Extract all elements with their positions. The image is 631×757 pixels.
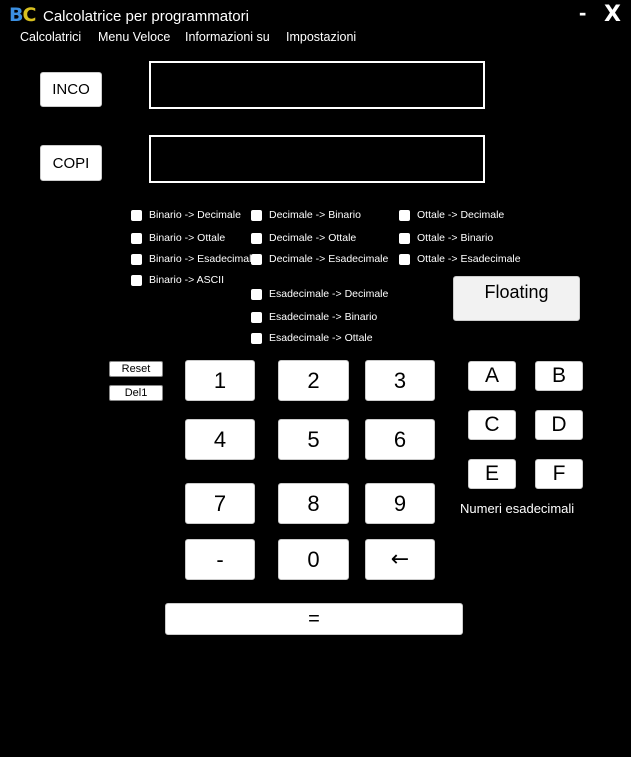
key-minus[interactable]: - xyxy=(185,539,255,580)
check-hex-bin[interactable]: Esadecimale -> Binario xyxy=(251,311,377,323)
checkbox-box[interactable] xyxy=(251,332,262,344)
hex-key-d[interactable]: D xyxy=(535,410,583,440)
key-0[interactable]: 0 xyxy=(278,539,349,580)
checkbox-box[interactable] xyxy=(251,311,262,323)
checkbox-box[interactable] xyxy=(399,232,410,244)
floating-button[interactable]: Floating xyxy=(453,276,580,321)
key-9[interactable]: 9 xyxy=(365,483,435,524)
reset-button[interactable]: Reset xyxy=(109,361,163,377)
checkbox-box[interactable] xyxy=(131,253,142,265)
menu-menu-veloce[interactable]: Menu Veloce xyxy=(98,30,170,44)
check-oct-bin[interactable]: Ottale -> Binario xyxy=(399,232,493,244)
hex-caption: Numeri esadecimali xyxy=(460,501,575,516)
close-button[interactable]: X xyxy=(604,2,621,27)
key-5[interactable]: 5 xyxy=(278,419,349,460)
paste-input[interactable] xyxy=(149,61,485,109)
key-3[interactable]: 3 xyxy=(365,360,435,401)
check-oct-dec[interactable]: Ottale -> Decimale xyxy=(399,209,504,221)
checkbox-box[interactable] xyxy=(131,274,142,286)
menu-informazioni[interactable]: Informazioni su xyxy=(185,30,270,44)
copy-input[interactable] xyxy=(149,135,485,183)
check-hex-oct[interactable]: Esadecimale -> Ottale xyxy=(251,332,373,344)
checkbox-box[interactable] xyxy=(131,209,142,221)
del1-button[interactable]: Del1 xyxy=(109,385,163,401)
key-8[interactable]: 8 xyxy=(278,483,349,524)
hex-key-f[interactable]: F xyxy=(535,459,583,489)
checkbox-box[interactable] xyxy=(399,209,410,221)
key-2[interactable]: 2 xyxy=(278,360,349,401)
backspace-key[interactable]: ← xyxy=(365,539,435,580)
check-dec-hex[interactable]: Decimale -> Esadecimale xyxy=(251,253,388,265)
app-logo: BC xyxy=(9,4,36,26)
check-dec-bin[interactable]: Decimale -> Binario xyxy=(251,209,361,221)
check-hex-dec[interactable]: Esadecimale -> Decimale xyxy=(251,288,388,300)
checkbox-box[interactable] xyxy=(251,232,262,244)
check-bin-dec[interactable]: Binario -> Decimale xyxy=(131,209,241,221)
key-1[interactable]: 1 xyxy=(185,360,255,401)
paste-button[interactable]: INCO xyxy=(40,72,102,107)
checkbox-box[interactable] xyxy=(251,253,262,265)
hex-key-a[interactable]: A xyxy=(468,361,516,391)
menu-calcolatrici[interactable]: Calcolatrici xyxy=(20,30,81,44)
key-6[interactable]: 6 xyxy=(365,419,435,460)
key-4[interactable]: 4 xyxy=(185,419,255,460)
check-bin-ascii[interactable]: Binario -> ASCII xyxy=(131,274,224,286)
check-bin-hex[interactable]: Binario -> Esadecimale xyxy=(131,253,257,265)
equals-button[interactable]: = xyxy=(165,603,463,635)
check-dec-oct[interactable]: Decimale -> Ottale xyxy=(251,232,356,244)
checkbox-box[interactable] xyxy=(131,232,142,244)
checkbox-box[interactable] xyxy=(251,209,262,221)
window-title: Calcolatrice per programmatori xyxy=(43,8,249,25)
minimize-button[interactable]: - xyxy=(579,0,586,26)
key-7[interactable]: 7 xyxy=(185,483,255,524)
hex-key-c[interactable]: C xyxy=(468,410,516,440)
checkbox-box[interactable] xyxy=(399,253,410,265)
copy-button[interactable]: COPI xyxy=(40,145,102,181)
check-oct-hex[interactable]: Ottale -> Esadecimale xyxy=(399,253,521,265)
hex-key-b[interactable]: B xyxy=(535,361,583,391)
menu-impostazioni[interactable]: Impostazioni xyxy=(286,30,356,44)
hex-key-e[interactable]: E xyxy=(468,459,516,489)
check-bin-oct[interactable]: Binario -> Ottale xyxy=(131,232,225,244)
checkbox-box[interactable] xyxy=(251,288,262,300)
